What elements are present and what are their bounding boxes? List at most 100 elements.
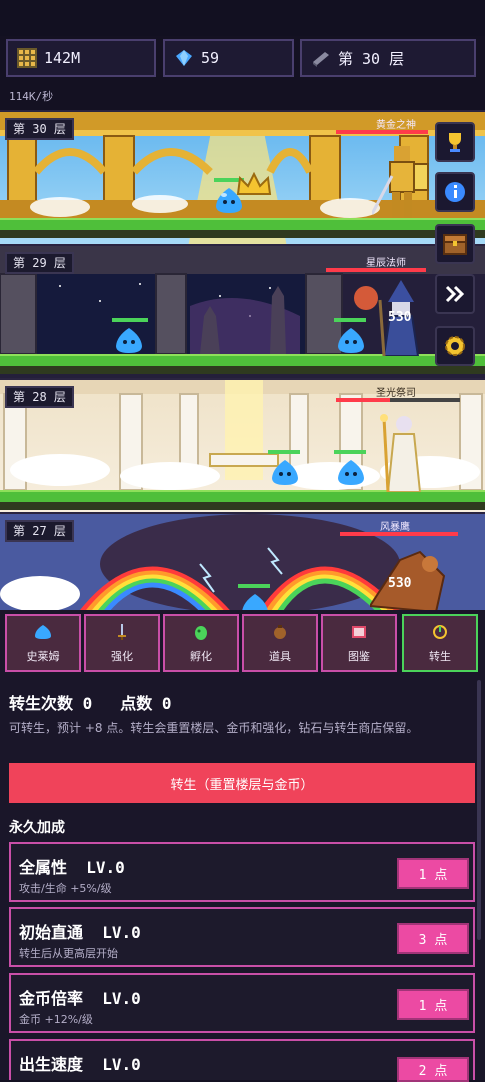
rebirth-count: 转生次数 0 [9,694,93,713]
info-button[interactable] [435,172,475,212]
upgrade-name: 出生速度 [19,1055,84,1074]
achievements-button[interactable] [435,122,475,162]
crown-icon [236,172,272,195]
golden-knight-boss[interactable] [372,142,430,220]
rebirth-description: 可转生，预计 +8 点。转生会重置楼层、金币和强化，钻石与转生商店保留。 [9,721,419,735]
gem-icon [176,50,192,66]
upgrade-card-all-stats: 全属性 LV.0 攻击/生命 +5%/级 1 点 [9,842,475,902]
dirt-strip [0,502,485,510]
damage-number: 530 [388,310,412,325]
upgrade-desc: 攻击/生命 +5%/级 [19,882,112,895]
permanent-bonus-heading: 永久加成 [9,820,65,836]
upgrade-level: LV.0 [86,858,125,877]
floor-value: 第 30 层 [338,49,405,68]
tab-label: 史莱姆 [26,650,60,663]
upgrade-level: LV.0 [102,1055,141,1074]
upgrade-card-spawn-speed: 出生速度 LV.0 2 点 [9,1039,475,1082]
bag-icon [270,622,290,642]
panel-scrollbar[interactable] [477,680,481,940]
tab-label: 孵化 [190,650,212,663]
floor-label: 第 30 层 [5,118,74,140]
upgrade-level: LV.0 [102,923,141,942]
tab-rebirth[interactable]: 转生 [402,614,478,672]
info-icon [445,182,465,202]
rebirth-stats: 转生次数 0 点数 0 [9,690,172,714]
book-icon [349,622,369,642]
speed-up-button[interactable] [435,274,475,314]
slime-unit[interactable] [240,592,270,612]
upgrade-name: 金币倍率 [19,989,84,1008]
tab-label: 图鉴 [348,650,370,663]
slime-hp-fill [268,450,300,454]
upgrade-name: 全属性 [19,858,68,877]
egg-icon [191,622,211,642]
boss-hp-bar [326,268,426,272]
dirt-strip [0,366,485,374]
floor-29-scene[interactable]: 第 29 层 星辰法师 530 [0,244,485,380]
slime-unit[interactable] [270,458,300,486]
slime-hp-fill [334,318,366,322]
rebirth-points: 点数 0 [120,694,172,713]
slime-unit[interactable] [114,326,144,354]
fast-forward-icon [445,285,465,303]
boss-name: 黄金之神 [376,120,416,131]
gold-value: 142M [44,49,81,67]
slime-icon [33,622,53,642]
sword-icon [112,622,132,642]
upgrade-level: LV.0 [102,989,141,1008]
treasure-chest-button[interactable] [435,224,475,264]
chest-icon [443,234,467,255]
upgrade-card-gold-multiplier: 金币倍率 LV.0 金币 +12%/级 1 点 [9,973,475,1033]
buy-upgrade-button[interactable]: 3 点 [397,923,469,954]
buy-upgrade-button[interactable]: 2 点 [397,1057,469,1082]
slime-hp-fill [334,450,366,454]
gold-rate: 114K/秒 [9,90,54,103]
gem-value: 59 [201,49,220,67]
tab-slime[interactable]: 史莱姆 [5,614,81,672]
upgrade-card-start-floor: 初始直通 LV.0 转生后从更高层开始 3 点 [9,907,475,967]
tab-codex[interactable]: 图鉴 [321,614,397,672]
slime-hp-fill [112,318,148,322]
upgrade-name: 初始直通 [19,923,84,942]
floor-label: 第 27 层 [5,520,74,542]
upgrade-desc: 转生后从更高层开始 [19,947,118,960]
floor-27-scene[interactable]: 第 27 层 风暴鹰 530 [0,512,485,612]
tab-label: 转生 [429,650,451,663]
floor-label: 第 28 层 [5,386,74,408]
rebirth-button[interactable]: 转生（重置楼层与金币） [9,763,475,803]
boss-name: 圣光祭司 [376,388,416,399]
slime-hp-fill [238,584,270,588]
trophy-icon [449,133,461,152]
light-priestess-boss[interactable] [380,414,426,492]
upgrade-desc: 金币 +12%/级 [19,1013,93,1026]
boss-hp-bar [336,398,390,402]
floor-28-scene[interactable]: 第 28 层 圣光祭司 [0,378,485,514]
bottom-tab-bar: 史莱姆 强化 孵化 道具 图鉴 转生 [0,610,485,680]
tab-items[interactable]: 道具 [242,614,318,672]
damage-number: 530 [388,576,412,591]
slime-unit[interactable] [336,326,366,354]
buy-upgrade-button[interactable]: 1 点 [397,858,469,889]
gold-stack-icon [17,48,37,68]
tab-label: 道具 [269,650,291,663]
floor-counter: 第 30 层 [300,39,476,77]
buy-upgrade-button[interactable]: 1 点 [397,989,469,1020]
tab-hatch[interactable]: 孵化 [163,614,239,672]
gold-counter: 142M [6,39,156,77]
slime-unit[interactable] [336,458,366,486]
rebirth-icon [430,622,450,642]
boss-hp-bar [336,130,428,134]
gear-icon [445,336,465,356]
boss-hp-bar [340,532,458,536]
boss-name: 星辰法师 [366,258,406,269]
tab-upgrade[interactable]: 强化 [84,614,160,672]
settings-button[interactable] [435,326,475,366]
tab-label: 强化 [111,650,133,663]
boss-name: 风暴鹰 [380,522,410,533]
gem-counter: 59 [163,39,294,77]
floor-stairs-icon [313,52,329,67]
floor-30-scene[interactable]: 第 30 层 黄金之神 [0,110,485,246]
floor-label: 第 29 层 [5,252,74,274]
dirt-strip [0,230,485,238]
status-bar [0,0,485,36]
